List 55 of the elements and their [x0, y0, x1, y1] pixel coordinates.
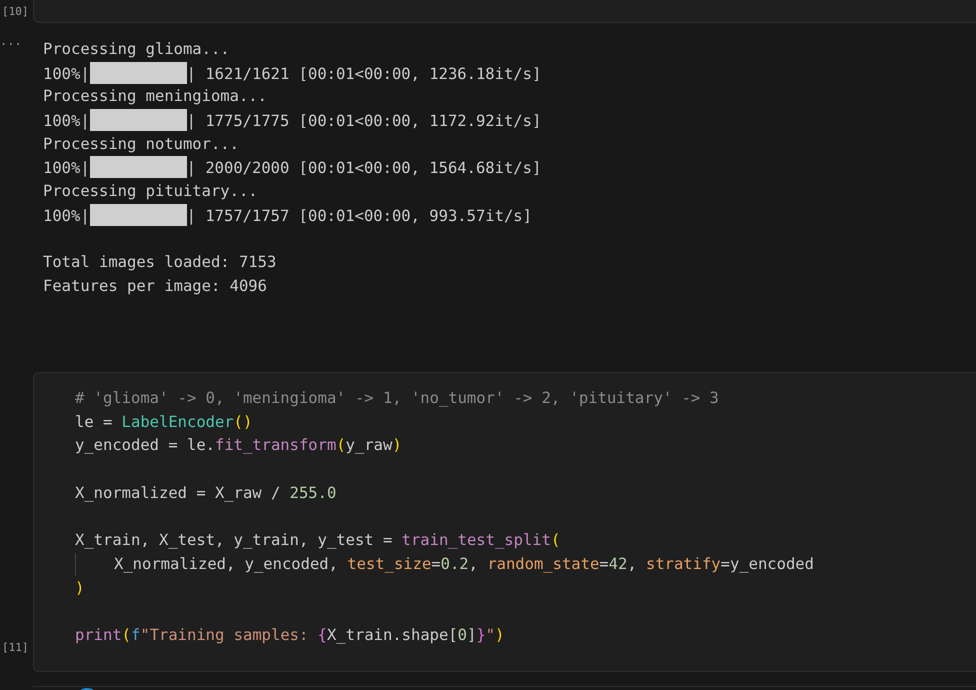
code-text: X_train, X_test, y_train, y_test =	[75, 531, 394, 550]
code-text: =	[599, 554, 609, 573]
output-line: Processing notumor...	[43, 134, 240, 155]
output-line: Features per image: 4096	[43, 276, 268, 297]
code-text: y_raw	[346, 436, 392, 454]
string-literal: "Training samples:	[140, 626, 310, 644]
function-name: train_test_split	[402, 531, 551, 550]
class-name: LabelEncoder	[122, 412, 234, 431]
code-text: ]	[467, 626, 476, 644]
output-line: Processing meningioma...	[43, 86, 268, 108]
execution-count: [11]	[2, 641, 28, 654]
function-name: fit_transform	[214, 436, 336, 454]
code-text: X_normalized = X_raw /	[75, 484, 282, 502]
code-text: ,	[627, 554, 638, 573]
progress-percent: 100%|	[43, 206, 90, 225]
output-line: Processing glioma...	[43, 39, 231, 60]
output-line: Total images loaded: 7153	[43, 252, 278, 274]
bracket: ()	[234, 412, 252, 431]
brace: {	[318, 626, 328, 644]
bracket: )	[495, 626, 504, 644]
progress-stats: | 1621/1621 [00:01<00:00, 1236.18it/s]	[186, 64, 542, 83]
number-literal: 255.0	[290, 484, 336, 502]
bracket: (	[122, 626, 132, 644]
code-text: y_encoded = le.	[75, 436, 215, 454]
code-text: le =	[75, 412, 114, 431]
code-text: X_train.shape[	[327, 626, 458, 644]
progress-percent: 100%|	[43, 64, 90, 83]
string-prefix: f	[131, 626, 140, 644]
code-text: ,	[468, 554, 479, 573]
number-literal: 42	[608, 554, 628, 573]
code-text: =	[431, 554, 441, 573]
progress-stats: | 1775/1775 [00:01<00:00, 1172.92it/s]	[186, 112, 542, 130]
parameter-name: test_size	[347, 554, 432, 573]
number-literal: 0.2	[440, 554, 469, 573]
string-literal: "	[486, 626, 496, 644]
bracket: )	[392, 436, 402, 454]
progress-percent: 100%|	[43, 159, 90, 178]
brace: }	[476, 626, 486, 644]
code-text: X_normalized, y_encoded,	[114, 554, 339, 573]
parameter-name: random_state	[487, 554, 600, 573]
output-line: Processing pituitary...	[43, 181, 259, 202]
bracket: (	[550, 531, 560, 550]
execution-count: [10]	[2, 5, 28, 18]
bracket: )	[75, 578, 84, 596]
code-text: =y_encoded	[720, 554, 814, 573]
number-literal: 0	[458, 626, 468, 644]
progress-stats: | 1757/1757 [00:01<00:00, 993.57it/s]	[186, 206, 532, 225]
function-name: print	[75, 626, 122, 644]
code-comment: # 'glioma' -> 0, 'meningioma' -> 1, 'no_tumor' -> 2, 'pituitary' -> 3	[75, 389, 719, 407]
parameter-name: stratify	[646, 554, 721, 573]
progress-stats: | 2000/2000 [00:01<00:00, 1564.68it/s]	[186, 159, 542, 178]
output-indicator[interactable]: ...	[0, 34, 22, 48]
bracket: (	[336, 436, 346, 454]
code-cell[interactable]	[33, 372, 976, 672]
progress-percent: 100%|	[43, 112, 90, 130]
